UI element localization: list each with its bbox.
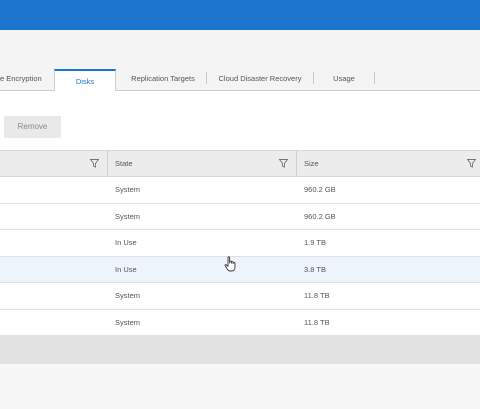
page-header — [0, 30, 480, 58]
page-background — [0, 364, 480, 409]
table-row[interactable]: System 11.8 TB — [0, 309, 480, 336]
remove-button[interactable]: Remove — [4, 116, 61, 138]
table-row[interactable]: System 960.2 GB — [0, 177, 480, 204]
tab-separator — [206, 72, 207, 84]
cell-size: 1.9 TB — [304, 238, 326, 247]
tab-replication-targets[interactable]: Replication Targets — [120, 67, 206, 91]
tab-bar: e Encryption Disks Replication Targets C… — [0, 58, 480, 92]
cell-state: System — [115, 317, 141, 327]
table-footer — [0, 336, 480, 364]
cell-state: System — [115, 291, 141, 300]
tab-separator — [374, 72, 375, 84]
table-row[interactable]: In Use 3.8 TB — [0, 256, 480, 283]
cell-state: System — [115, 211, 141, 221]
tab-separator — [313, 72, 314, 84]
tab-disks[interactable]: Disks — [54, 69, 116, 92]
top-app-bar — [0, 0, 480, 30]
table-header: State Size — [0, 150, 480, 177]
cell-size: 960.2 GB — [304, 185, 336, 194]
table-row[interactable]: System 960.2 GB — [0, 203, 480, 230]
tab-encryption[interactable]: e Encryption — [0, 67, 50, 91]
table-row[interactable]: System 11.8 TB — [0, 283, 480, 310]
column-header-state[interactable]: State — [115, 151, 133, 176]
filter-icon[interactable] — [90, 159, 99, 168]
cell-size: 11.8 TB — [304, 317, 330, 327]
cell-state: System — [115, 185, 141, 194]
cell-size: 3.8 TB — [304, 264, 326, 274]
column-divider[interactable] — [296, 151, 297, 176]
tab-usage[interactable]: Usage — [315, 67, 373, 91]
column-divider[interactable] — [107, 151, 108, 176]
cell-state: In Use — [115, 238, 137, 247]
filter-icon[interactable] — [467, 159, 476, 168]
cell-size: 11.8 TB — [304, 291, 330, 300]
cell-size: 960.2 GB — [304, 211, 336, 221]
toolbar: Remove — [0, 91, 480, 150]
table-row[interactable]: In Use 1.9 TB — [0, 230, 480, 257]
hand-pointer-icon — [224, 256, 236, 272]
column-header-size[interactable]: Size — [304, 151, 319, 176]
tab-cloud-disaster-recovery[interactable]: Cloud Disaster Recovery — [208, 67, 312, 91]
cell-state: In Use — [115, 264, 137, 274]
filter-icon[interactable] — [279, 159, 288, 168]
